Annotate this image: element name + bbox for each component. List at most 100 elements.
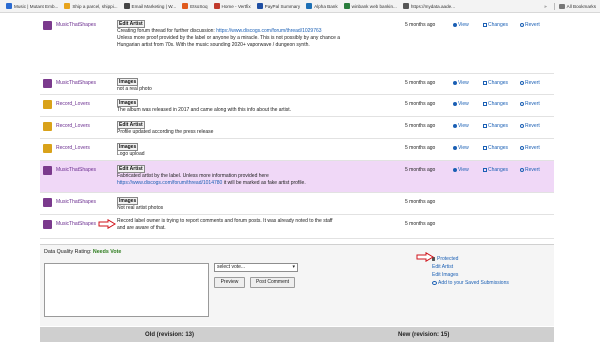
username-link[interactable]: MusicThatShapes <box>56 167 96 173</box>
bookmark-item[interactable]: PayPal Summary <box>254 1 304 12</box>
favicon-icon <box>123 3 130 9</box>
username-link[interactable]: MusicThatShapes <box>56 80 96 86</box>
username-link[interactable]: Record_Lovers <box>56 145 90 151</box>
revert-icon <box>520 146 524 150</box>
revert-link[interactable]: Revert <box>520 101 540 107</box>
view-icon <box>453 124 457 128</box>
comment-line: The album was released in 2017 and came … <box>117 107 291 113</box>
comment-line: and are aware of that. <box>117 225 166 231</box>
row-content: Images not a real photo <box>117 78 402 93</box>
table-row: MusicThatShapes Record label owner is tr… <box>40 215 554 239</box>
change-type-label: Images <box>117 197 139 205</box>
all-bookmarks[interactable]: » All Bookmarks <box>544 2 600 10</box>
post-comment-button[interactable]: Post Comment <box>250 277 295 288</box>
view-icon <box>453 102 457 106</box>
revert-icon <box>520 23 524 27</box>
bookmark-item[interactable]: winbank web bankin... <box>341 1 400 12</box>
changes-link[interactable]: Changes <box>483 22 508 28</box>
table-row: Record_Lovers Images Logo upload 5 month… <box>40 139 554 161</box>
timestamp: 5 months ago <box>405 80 436 86</box>
username-link[interactable]: MusicThatShapes <box>56 221 96 227</box>
divider <box>553 2 555 10</box>
row-content: Images Logo upload <box>117 143 402 158</box>
changes-icon <box>483 23 487 27</box>
forum-link[interactable]: https://www.discogs.com/forum/thread/101… <box>117 180 222 186</box>
username-link[interactable]: MusicThatShapes <box>56 22 96 28</box>
view-icon <box>453 168 457 172</box>
revert-icon <box>520 102 524 106</box>
comment-line: Not real artist photos <box>117 205 164 211</box>
old-revision-label: Old (revision: 13) <box>145 332 195 338</box>
username-link[interactable]: MusicThatShapes <box>56 199 96 205</box>
comment-line: Creating forum thread for further discus… <box>117 28 322 34</box>
forum-link[interactable]: https://www.discogs.com/forum/thread/102… <box>216 28 321 34</box>
eye-icon <box>432 281 437 285</box>
view-link[interactable]: View <box>453 123 469 129</box>
rating-value: Needs Vote <box>92 249 122 255</box>
avatar <box>43 166 52 175</box>
comment-line: Hungarian artist from 70s. With the musi… <box>117 42 310 48</box>
data-quality-panel: Data Quality Rating: Needs Vote select v… <box>40 244 554 326</box>
comment-line: not a real photo <box>117 86 152 92</box>
view-icon <box>453 146 457 150</box>
changes-link[interactable]: Changes <box>483 80 508 86</box>
username-link[interactable]: Record_Lovers <box>56 123 90 129</box>
add-saved-submissions-link[interactable]: Add to your Saved Submissions <box>432 279 509 287</box>
changes-icon <box>483 124 487 128</box>
comment-line: Profile updated according the press rele… <box>117 129 214 135</box>
view-link[interactable]: View <box>453 22 469 28</box>
bookmark-item[interactable]: https://mydata.aade... <box>400 1 458 12</box>
vote-select[interactable]: select vote... ▾ <box>214 263 298 272</box>
bookmark-item[interactable]: Home - Vertfix <box>211 1 254 12</box>
changes-icon <box>483 168 487 172</box>
change-type-label: Edit Artist <box>117 20 145 28</box>
revert-icon <box>520 124 524 128</box>
view-link[interactable]: View <box>453 101 469 107</box>
folder-icon <box>558 3 565 9</box>
bookmark-item[interactable]: Ship a parcel, shippi... <box>61 1 120 12</box>
revert-link[interactable]: Revert <box>520 22 540 28</box>
changes-link[interactable]: Changes <box>483 145 508 151</box>
username-link[interactable]: Record_Lovers <box>56 101 90 107</box>
bookmark-item[interactable]: Music | Mutant Emb... <box>3 1 61 12</box>
avatar <box>43 198 52 207</box>
bookmark-item[interactable]: EtsoSoq <box>179 1 210 12</box>
comment-line: https://www.discogs.com/forum/thread/101… <box>117 180 306 186</box>
view-icon <box>453 23 457 27</box>
view-link[interactable]: View <box>453 80 469 86</box>
changes-link[interactable]: Changes <box>483 101 508 107</box>
changes-link[interactable]: Changes <box>483 123 508 129</box>
avatar <box>43 21 52 30</box>
avatar <box>43 220 52 229</box>
avatar <box>43 144 52 153</box>
revert-link[interactable]: Revert <box>520 80 540 86</box>
edit-artist-link[interactable]: Edit Artist <box>432 263 509 271</box>
timestamp: 5 months ago <box>405 199 436 205</box>
red-arrow-right-icon <box>416 252 434 262</box>
revert-link[interactable]: Revert <box>520 123 540 129</box>
row-content: Record label owner is trying to report c… <box>117 218 402 232</box>
table-row: Record_Lovers Edit Artist Profile update… <box>40 117 554 139</box>
revert-link[interactable]: Revert <box>520 167 540 173</box>
favicon-icon <box>306 3 313 9</box>
revert-icon <box>520 81 524 85</box>
revert-link[interactable]: Revert <box>520 145 540 151</box>
changes-link[interactable]: Changes <box>483 167 508 173</box>
comment-line: Unless more proof provided by the label … <box>117 35 341 41</box>
change-type-label: Edit Artist <box>117 165 145 173</box>
history-table: MusicThatShapes Edit Artist Creating for… <box>40 16 554 239</box>
change-type-label: Images <box>117 143 139 151</box>
protected-link[interactable]: Protected <box>432 255 509 263</box>
preview-button[interactable]: Preview <box>214 277 245 288</box>
comment-textarea[interactable] <box>44 263 209 317</box>
changes-icon <box>483 102 487 106</box>
edit-images-link[interactable]: Edit Images <box>432 271 509 279</box>
view-link[interactable]: View <box>453 167 469 173</box>
bookmark-item[interactable]: Email Marketing | W... <box>121 1 180 12</box>
bookmark-item[interactable]: Alpha Bank <box>303 1 341 12</box>
timestamp: 5 months ago <box>405 167 436 173</box>
bookmarks-bar: Music | Mutant Emb... Ship a parcel, shi… <box>0 0 600 13</box>
changes-icon <box>483 81 487 85</box>
view-link[interactable]: View <box>453 145 469 151</box>
revision-header: Old (revision: 13) New (revision: 15) <box>40 327 554 342</box>
